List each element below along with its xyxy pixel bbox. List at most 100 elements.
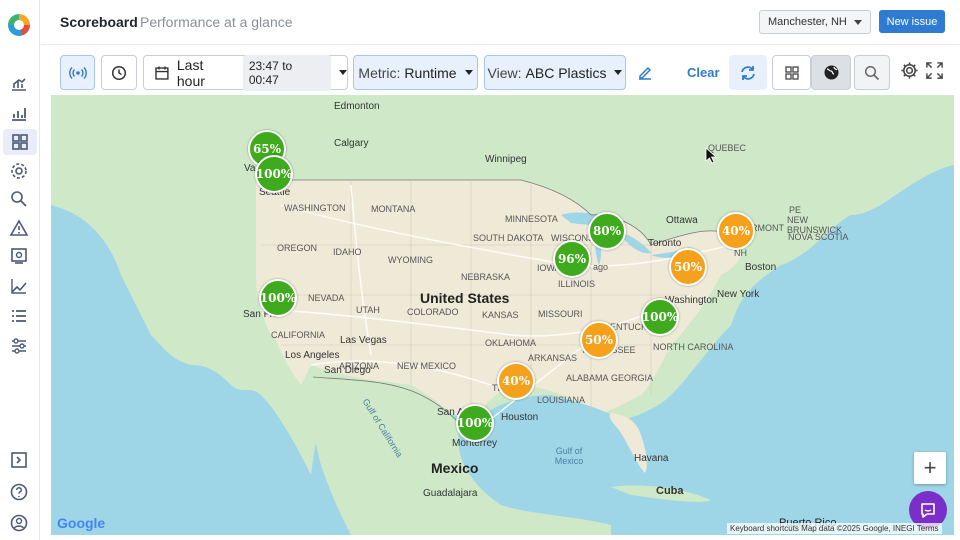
chevron-down-icon [464, 70, 473, 75]
history-button[interactable] [101, 55, 137, 90]
map-label-oregon: OREGON [277, 243, 318, 253]
refresh-icon [741, 65, 755, 80]
map-label-cuba: Cuba [656, 485, 684, 497]
map-label-oklahoma: OKLAHOMA [485, 338, 537, 348]
chevron-down-icon [339, 70, 347, 75]
map-label-toronto: Toronto [648, 238, 682, 249]
site-marker[interactable]: 40% [497, 362, 535, 400]
map-label-guadalajara: Guadalajara [423, 488, 478, 499]
zoom-in-button[interactable]: + [914, 452, 946, 484]
map-label-northcarolina: NORTH CAROLINA [653, 342, 734, 352]
map-label-minnesota: MINNESOTA [505, 214, 558, 224]
site-marker[interactable]: 50% [669, 248, 707, 286]
map-label-georgia: GEORGIA [611, 373, 654, 383]
map-attribution[interactable]: Keyboard shortcuts Map data ©2025 Google… [727, 523, 942, 534]
grid-view-button[interactable] [772, 55, 811, 90]
sidebar [0, 0, 40, 540]
refresh-button[interactable] [729, 55, 767, 90]
map-label-montana: MONTANA [371, 204, 416, 214]
site-marker[interactable]: 100% [255, 155, 293, 193]
scatter-chart-icon[interactable] [8, 102, 30, 124]
map-label-ottawa: Ottawa [666, 215, 698, 226]
search-analytics-icon[interactable] [8, 188, 30, 210]
live-button[interactable] [60, 55, 95, 90]
map-label-pei: PE [789, 205, 802, 215]
settings-gear-icon[interactable] [8, 160, 30, 182]
map-label-calgary: Calgary [334, 138, 369, 149]
view-prefix: View: [487, 64, 522, 81]
map-label-united-states: United States [420, 290, 510, 306]
location-select[interactable]: Manchester, NH [759, 10, 871, 34]
map-label-chicago: ago [593, 262, 609, 272]
site-marker[interactable]: 100% [641, 298, 679, 336]
chevron-down-icon [614, 70, 623, 75]
gear-icon[interactable] [900, 61, 919, 85]
help-icon[interactable] [8, 481, 30, 503]
map-label-boston: Boston [745, 262, 777, 273]
user-icon[interactable] [8, 512, 30, 534]
view-value: ABC Plastics [525, 64, 607, 81]
map-label-edmonton: Edmonton [334, 101, 380, 112]
expand-panel-icon[interactable] [8, 449, 30, 471]
metric-select[interactable]: Metric: Runtime [353, 55, 478, 90]
map-label-washingtonstate: WASHINGTON [284, 203, 346, 213]
chat-icon [921, 503, 935, 518]
time-range-select[interactable]: Last hour 23:47 to 00:47 [143, 54, 348, 91]
site-marker[interactable]: 40% [717, 212, 755, 250]
map-label-southdakota: SOUTH DAKOTA [473, 233, 544, 243]
metric-prefix: Metric: [358, 64, 401, 81]
map-label-kansas: KANSAS [482, 310, 519, 320]
broadcast-icon [68, 66, 87, 79]
map-label-idaho: IDAHO [333, 247, 362, 257]
map-label-sandiego: San Diego [324, 365, 371, 376]
map-label-california: CALIFORNIA [271, 330, 326, 340]
fullscreen-icon[interactable] [925, 61, 944, 85]
time-range-label: Last hour [176, 56, 205, 89]
grid-icon [784, 65, 799, 80]
warning-icon[interactable] [8, 217, 30, 239]
mouse-cursor-icon [705, 147, 717, 164]
search-button[interactable] [854, 55, 890, 90]
map-label-nebraska: NEBRASKA [461, 272, 511, 282]
map-label-houston: Houston [501, 412, 539, 423]
map-view-button[interactable] [811, 55, 851, 90]
map-label-losangeles: Los Angeles [285, 350, 340, 361]
site-marker[interactable]: 50% [580, 321, 618, 359]
list-icon[interactable] [8, 305, 30, 327]
site-marker[interactable]: 96% [553, 240, 591, 278]
map-label-colorado: COLORADO [407, 307, 459, 317]
chevron-down-icon [854, 20, 862, 25]
new-issue-button[interactable]: New issue [879, 10, 945, 33]
map-label-winnipeg: Winnipeg [485, 154, 527, 165]
map-label-utah: UTAH [356, 305, 380, 315]
map-label-nevada: NEVADA [308, 293, 345, 303]
report-icon[interactable] [8, 245, 30, 267]
edit-icon[interactable] [636, 64, 654, 87]
clear-link[interactable]: Clear [687, 65, 720, 80]
view-select[interactable]: View: ABC Plastics [484, 55, 626, 90]
trend-icon[interactable] [8, 275, 30, 297]
toolbar: Last hour 23:47 to 00:47 Metric: Runtime… [41, 44, 960, 94]
map[interactable]: Edmonton Calgary Winnipeg QUEBEC Ottawa … [51, 95, 954, 535]
site-marker[interactable]: 100% [259, 279, 297, 317]
map-label-illinois: ILLINOIS [558, 279, 596, 289]
location-select-value: Manchester, NH [768, 16, 847, 28]
map-label-alabama: ALABAMA [566, 373, 609, 383]
calendar-icon [155, 66, 169, 80]
google-logo: Google [57, 515, 106, 531]
page-subtitle: Performance at a glance [140, 14, 293, 30]
site-marker[interactable]: 100% [456, 404, 494, 442]
map-label-louisiana: LOUISIANA [537, 395, 586, 405]
map-label-gulfofmexico: Gulf of Mexico [554, 446, 584, 466]
map-label-wyoming: WYOMING [388, 255, 433, 265]
map-label-havana: Havana [634, 453, 669, 464]
bar-chart-icon[interactable] [8, 73, 30, 95]
grid-icon[interactable] [3, 129, 37, 155]
logo-icon[interactable] [8, 14, 30, 36]
map-label-newmexico: NEW MEXICO [397, 361, 457, 371]
header: Scoreboard Performance at a glance Manch… [41, 0, 960, 44]
sliders-icon[interactable] [8, 335, 30, 357]
site-marker[interactable]: 80% [588, 212, 626, 250]
map-label-vancouver: Va [244, 163, 256, 174]
clock-icon [111, 65, 127, 80]
